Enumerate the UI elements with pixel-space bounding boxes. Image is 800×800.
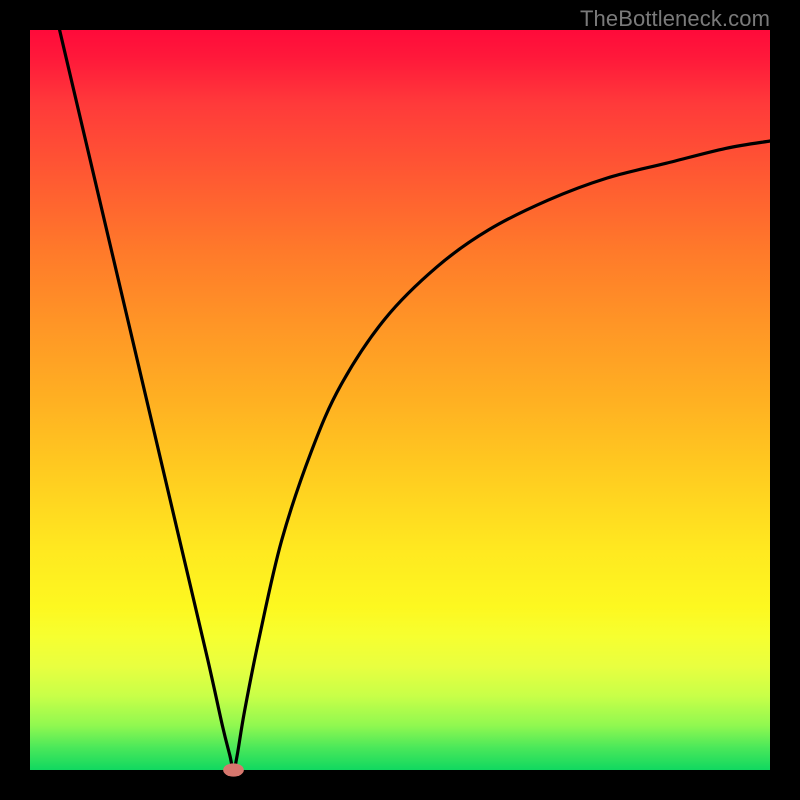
curve-svg	[30, 30, 770, 770]
plot-area	[30, 30, 770, 770]
chart-frame: TheBottleneck.com	[0, 0, 800, 800]
bottleneck-curve	[60, 30, 770, 770]
minimum-marker	[223, 763, 244, 776]
watermark-text: TheBottleneck.com	[580, 6, 770, 32]
